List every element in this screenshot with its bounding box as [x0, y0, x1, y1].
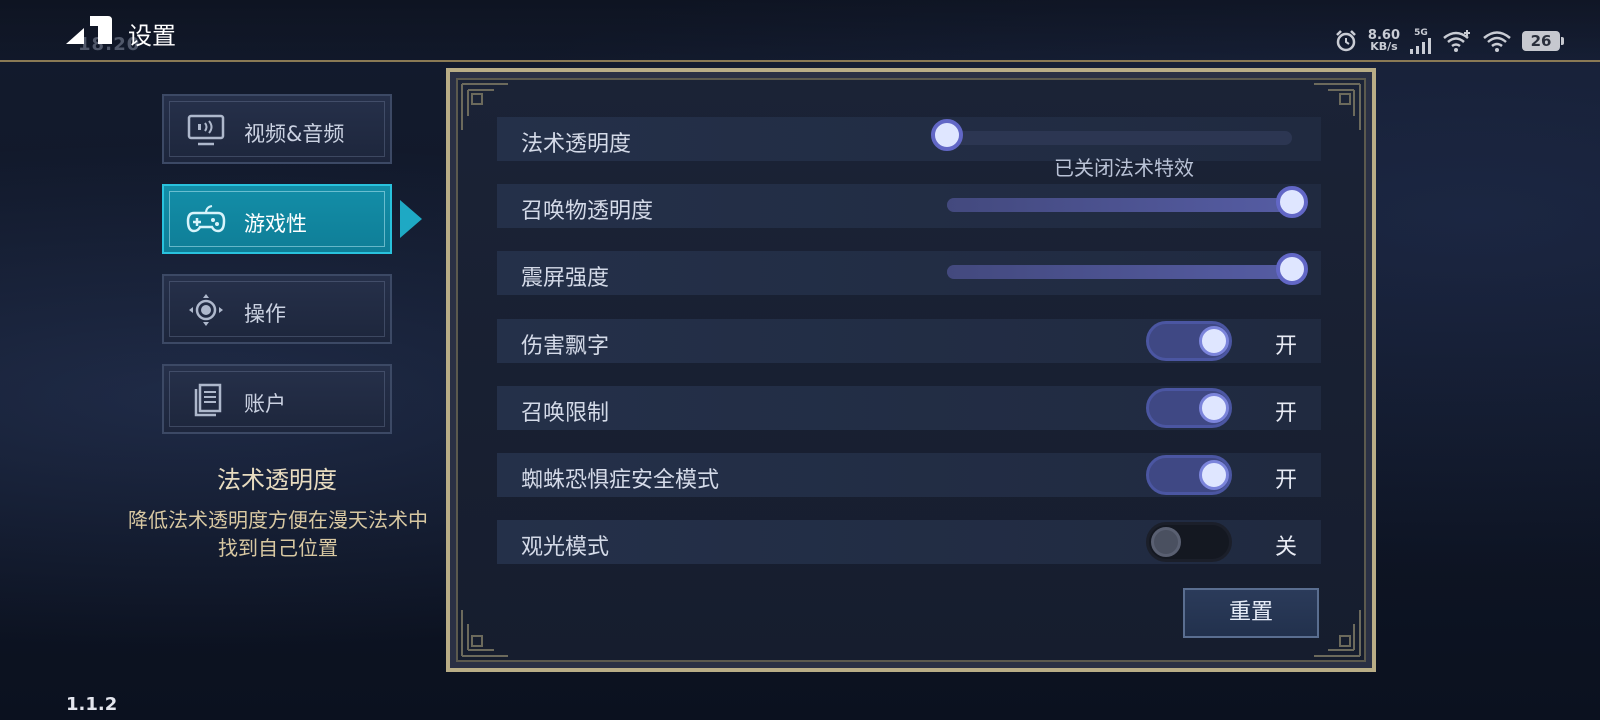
- nav-item-account[interactable]: 账户: [162, 364, 392, 434]
- description-text: 降低法术透明度方便在漫天法术中找到自己位置: [128, 508, 428, 560]
- network-type: 5G: [1410, 28, 1432, 54]
- summon-transparency-slider[interactable]: [947, 186, 1308, 218]
- setting-row-spell-transparency: 法术透明度: [497, 117, 1321, 161]
- spectator-mode-toggle[interactable]: [1146, 522, 1232, 562]
- toggle-state-label: 开: [1275, 468, 1298, 493]
- slider-fill: [947, 265, 1292, 279]
- setting-row-summon-limit: 召唤限制 开: [497, 386, 1321, 430]
- setting-label: 召唤物透明度: [521, 199, 654, 224]
- slider-knob[interactable]: [1276, 253, 1308, 285]
- toggle-knob: [1199, 326, 1229, 356]
- battery-icon: 26: [1522, 31, 1564, 51]
- setting-label: 观光模式: [521, 535, 610, 560]
- active-nav-indicator: [400, 200, 422, 238]
- toggle-state-label: 开: [1275, 401, 1298, 426]
- toggle-knob: [1199, 460, 1229, 490]
- spell-transparency-slider[interactable]: [931, 119, 1292, 151]
- setting-label: 蜘蛛恐惧症安全模式: [521, 468, 720, 493]
- reset-button[interactable]: 重置: [1183, 588, 1319, 638]
- setting-label: 伤害飘字: [521, 334, 610, 359]
- spell-effects-disabled-note: 已关闭法术特效: [1054, 156, 1194, 180]
- page-title: 设置: [128, 22, 176, 50]
- nav-item-label: 操作: [244, 302, 286, 326]
- setting-row-screen-shake: 震屏强度: [497, 251, 1321, 295]
- description-title: 法术透明度: [217, 466, 337, 494]
- setting-label: 震屏强度: [521, 266, 610, 291]
- status-bar: 8.60 KB/s 5G 26: [1334, 26, 1564, 56]
- dpad-icon: [189, 294, 223, 326]
- setting-label: 法术透明度: [521, 132, 632, 157]
- ornament-corner-icon: [461, 610, 508, 657]
- document-icon: [194, 383, 222, 417]
- back-arrow-icon: [66, 16, 112, 44]
- nav-item-controls[interactable]: 操作: [162, 274, 392, 344]
- slider-knob[interactable]: [931, 119, 963, 151]
- nav-item-label: 游戏性: [244, 212, 307, 236]
- gamepad-icon: [186, 205, 226, 233]
- toggle-state-label: 开: [1275, 334, 1298, 359]
- setting-row-summon-transparency: 召唤物透明度: [497, 184, 1321, 228]
- nav-item-video-audio[interactable]: 视频&音频: [162, 94, 392, 164]
- wifi-plus-icon: [1443, 30, 1470, 52]
- toggle-knob: [1151, 527, 1181, 557]
- top-bar: 18:20 设置 8.60 KB/s 5G 26: [0, 0, 1600, 62]
- nav-item-gameplay[interactable]: 游戏性: [162, 184, 392, 254]
- monitor-audio-icon: [187, 114, 225, 146]
- screen-shake-slider[interactable]: [947, 253, 1308, 285]
- setting-row-spectator-mode: 观光模式 关: [497, 520, 1321, 564]
- wifi-icon: [1483, 31, 1511, 52]
- toggle-state-label: 关: [1275, 535, 1298, 560]
- alarm-icon: [1336, 30, 1356, 52]
- nav-item-label: 账户: [244, 392, 286, 416]
- slider-knob[interactable]: [1276, 186, 1308, 218]
- arachnophobia-mode-toggle[interactable]: [1146, 455, 1232, 495]
- damage-numbers-toggle[interactable]: [1146, 321, 1232, 361]
- setting-row-damage-numbers: 伤害飘字 开: [497, 319, 1321, 363]
- setting-label: 召唤限制: [521, 401, 610, 426]
- slider-fill: [947, 198, 1292, 212]
- toggle-knob: [1199, 393, 1229, 423]
- nav-item-label: 视频&音频: [244, 122, 345, 146]
- version-label: 1.1.2: [66, 694, 118, 715]
- summon-limit-toggle[interactable]: [1146, 388, 1232, 428]
- back-button[interactable]: [64, 14, 116, 48]
- setting-row-arachnophobia-mode: 蜘蛛恐惧症安全模式 开: [497, 453, 1321, 497]
- signal-icon: [1410, 38, 1431, 54]
- net-speed: 8.60 KB/s: [1367, 28, 1400, 53]
